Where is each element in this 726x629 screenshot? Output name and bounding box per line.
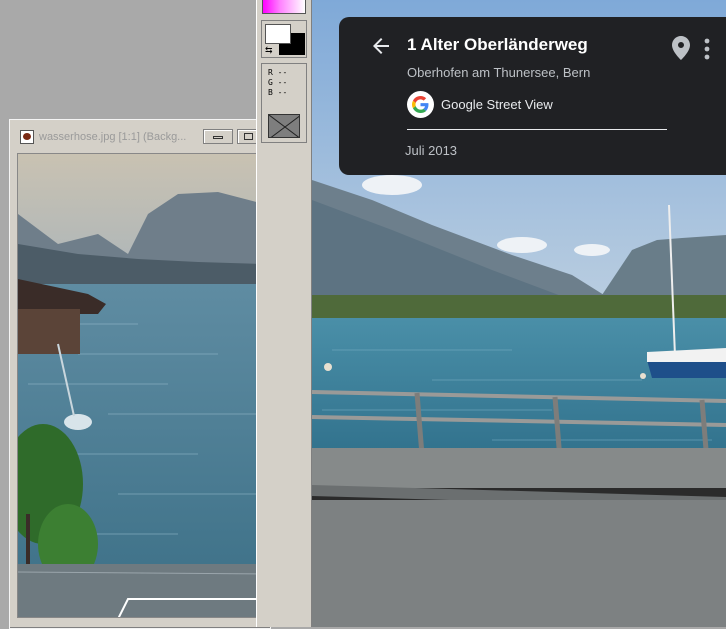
address-title: 1 Alter Oberländerweg bbox=[407, 35, 588, 54]
tool-palette: ⇆ R -- G -- B -- bbox=[256, 0, 312, 627]
rgb-readout-panel: R -- G -- B -- bbox=[261, 63, 307, 143]
red-value: R -- bbox=[268, 68, 288, 77]
google-logo-icon bbox=[407, 91, 434, 118]
foreground-color-swatch[interactable] bbox=[265, 24, 291, 44]
minimize-button[interactable] bbox=[203, 129, 233, 144]
street-view-info-card: 1 Alter Oberländerweg Oberhofen am Thune… bbox=[339, 17, 726, 175]
image-window-titlebar[interactable]: wasserhose.jpg [1:1] (Backg... bbox=[14, 126, 264, 148]
street-view-panorama[interactable]: 1 Alter Oberländerweg Oberhofen am Thune… bbox=[312, 0, 726, 627]
source-label[interactable]: Google Street View bbox=[441, 97, 553, 112]
color-selector[interactable]: ⇆ bbox=[261, 20, 307, 58]
image-window-title: wasserhose.jpg [1:1] (Backg... bbox=[39, 131, 187, 143]
locality-subtitle: Oberhofen am Thunersee, Bern bbox=[407, 65, 591, 80]
image-canvas[interactable] bbox=[17, 153, 263, 618]
swap-colors-icon[interactable]: ⇆ bbox=[265, 46, 273, 55]
lake-photo bbox=[18, 154, 262, 617]
image-file-icon bbox=[20, 130, 34, 144]
gradient-swatch[interactable] bbox=[262, 0, 306, 14]
capture-date[interactable]: Juli 2013 bbox=[405, 143, 457, 158]
location-pin-icon[interactable] bbox=[672, 36, 690, 60]
back-arrow-icon[interactable] bbox=[369, 34, 393, 58]
info-divider bbox=[407, 129, 667, 130]
green-value: G -- bbox=[268, 78, 288, 87]
color-preview-box bbox=[268, 114, 300, 138]
more-vert-icon[interactable] bbox=[702, 37, 712, 61]
blue-value: B -- bbox=[268, 88, 288, 97]
image-viewer-window[interactable]: wasserhose.jpg [1:1] (Backg... bbox=[9, 119, 271, 629]
empty-preview-icon bbox=[269, 115, 299, 137]
